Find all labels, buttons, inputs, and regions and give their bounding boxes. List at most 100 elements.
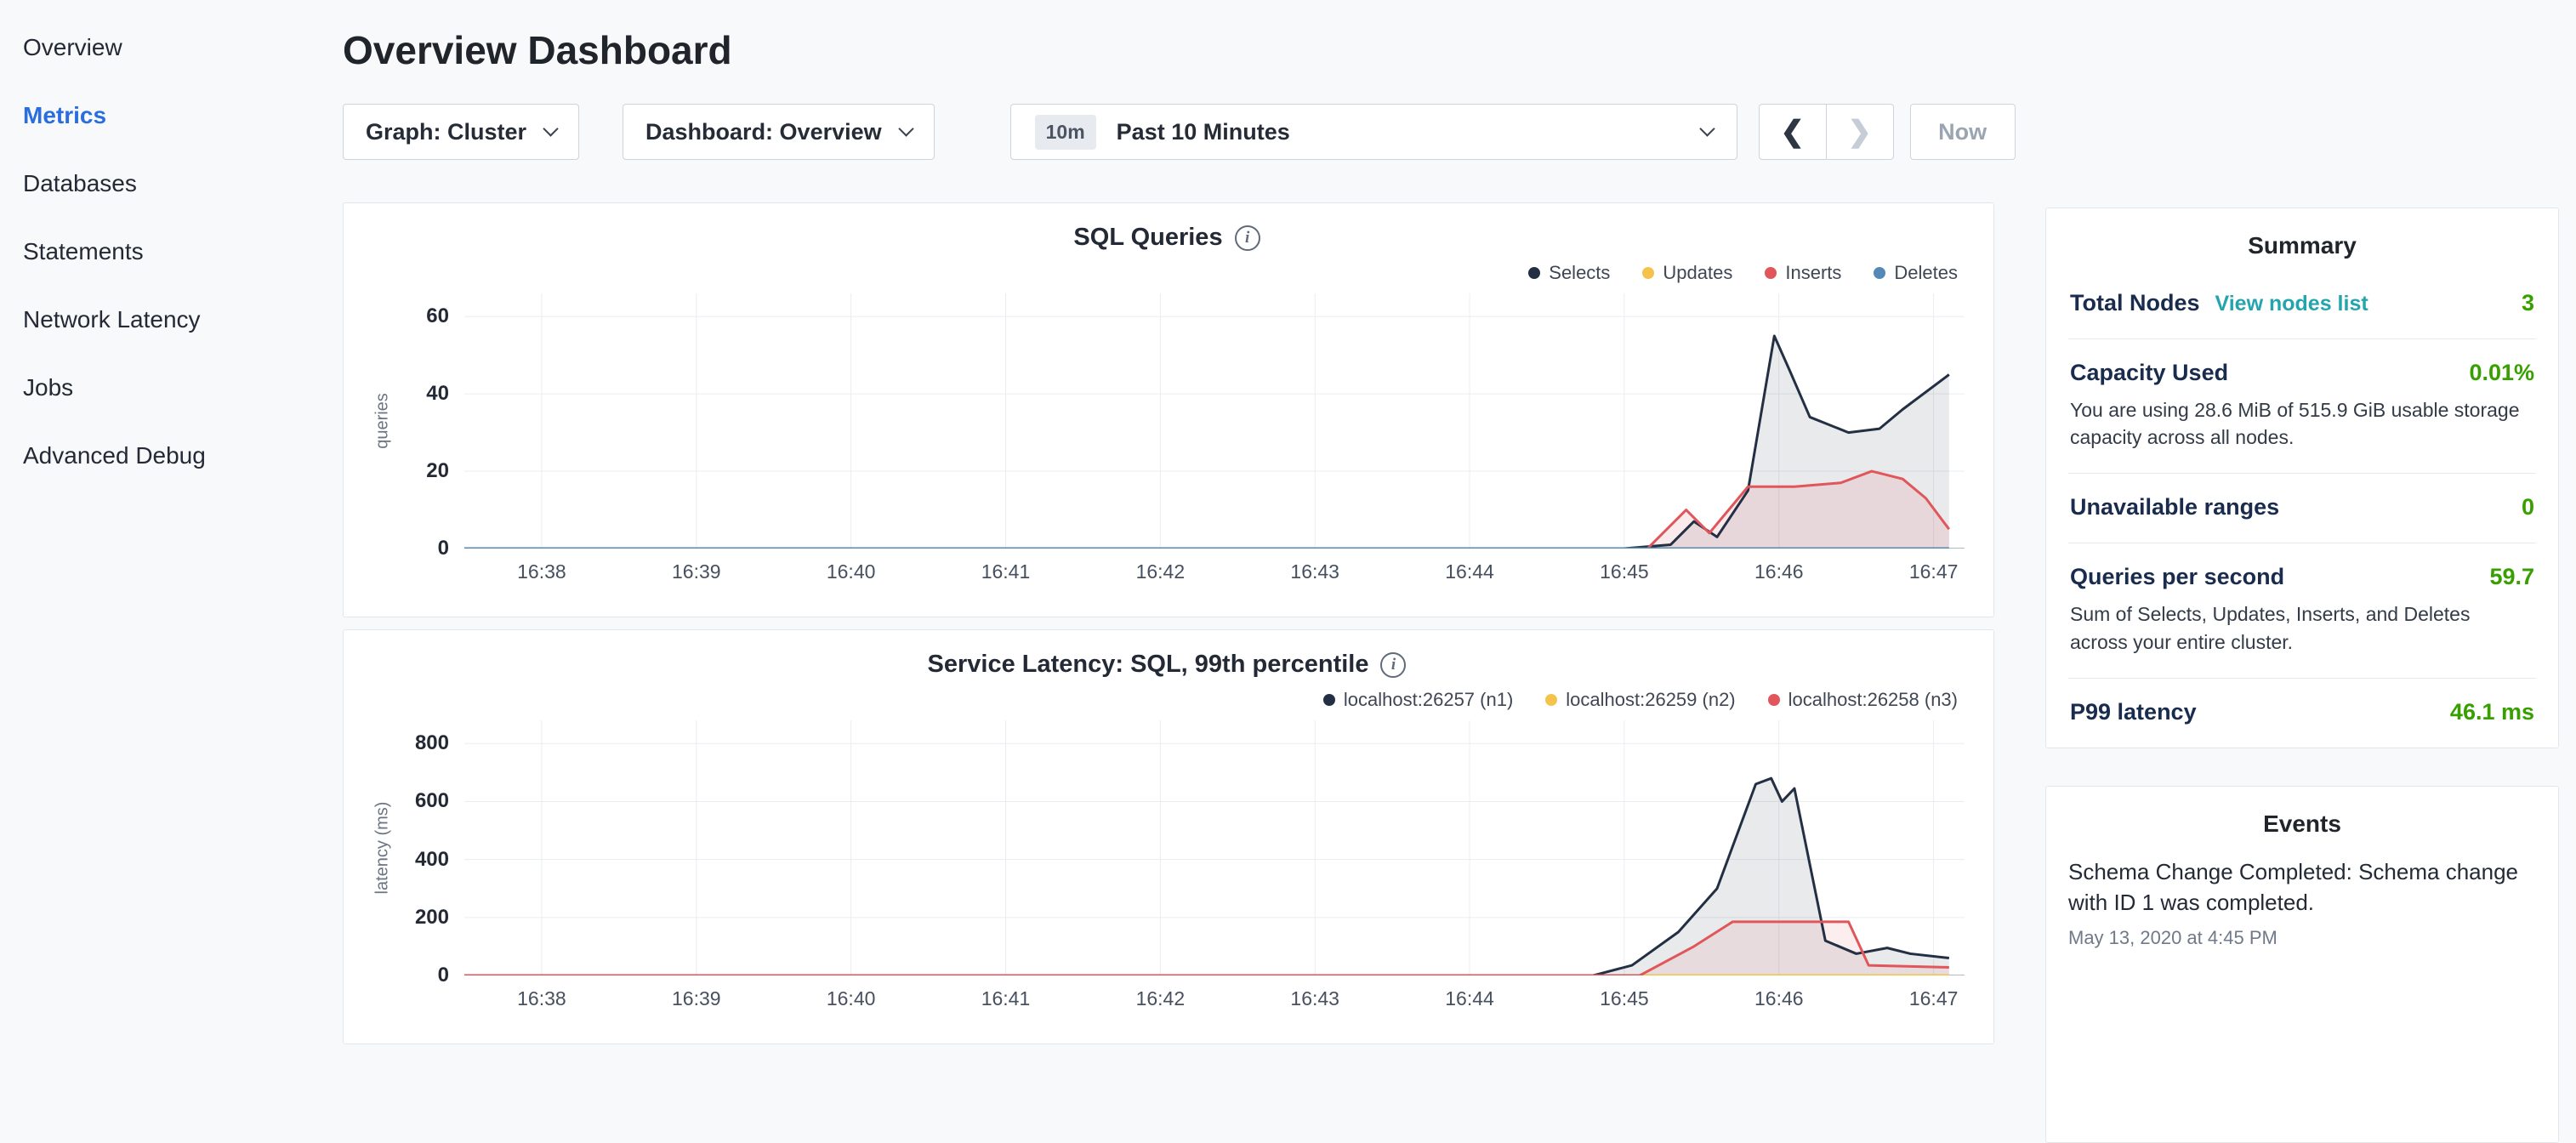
legend-dot-icon [1323,694,1335,706]
time-range-select[interactable]: 10m Past 10 Minutes [1010,104,1737,160]
legend-label: Inserts [1785,262,1841,284]
info-icon[interactable]: i [1235,225,1260,251]
sidebar-item-databases[interactable]: Databases [0,150,320,218]
x-tick-label: 16:38 [517,987,566,1010]
summary-row-label: Unavailable ranges [2070,494,2279,520]
chart-legend: localhost:26257 (n1) localhost:26259 (n2)… [369,688,1958,712]
summary-row-label: Capacity Used [2070,360,2228,386]
summary-row-note: Sum of Selects, Updates, Inserts, and De… [2070,600,2534,655]
legend-dot-icon [1528,267,1540,279]
x-tick-label: 16:43 [1290,560,1339,583]
chart-service-latency: Service Latency: SQL, 99th percentile i … [343,629,1994,1044]
now-button[interactable]: Now [1910,104,2016,160]
summary-row-value: 59.7 [2489,564,2534,590]
summary-rows: Total Nodes View nodes list 3 Capacity Used… [2068,270,2536,748]
time-prev-button[interactable]: ❮ [1759,104,1827,160]
summary-row-label: Total Nodes [2070,290,2200,316]
sidebar-item-network-latency[interactable]: Network Latency [0,286,320,354]
graph-dropdown[interactable]: Graph: Cluster [343,104,579,160]
legend-dot-icon [1545,694,1557,706]
sidebar-item-jobs[interactable]: Jobs [0,354,320,422]
sidebar-item-statements[interactable]: Statements [0,218,320,286]
summary-row-head: P99 latency 46.1 ms [2070,699,2534,725]
main-content: Overview Dashboard Graph: Cluster Dashbo… [320,0,2027,1051]
time-next-button[interactable]: ❯ [1826,104,1894,160]
chart-canvas [464,293,1965,549]
summary-row-value: 46.1 ms [2450,699,2534,725]
chart-header: SQL Queries i [369,224,1965,259]
summary-row-value: 0 [2522,494,2534,520]
chevron-down-icon [1699,121,1714,136]
x-tick-label: 16:46 [1754,560,1804,583]
y-tick-label: 0 [438,537,449,560]
x-tick-label: 16:41 [981,987,1031,1010]
x-tick-label: 16:42 [1136,987,1186,1010]
y-tick-label: 200 [415,906,449,930]
legend-item-localhost-26257-n1[interactable]: localhost:26257 (n1) [1323,688,1513,712]
legend-item-localhost-26258-n3[interactable]: localhost:26258 (n3) [1768,688,1958,712]
view-nodes-list-link[interactable]: View nodes list [2215,292,2368,316]
legend-item-selects[interactable]: Selects [1528,261,1610,285]
graph-dropdown-label: Graph: Cluster [366,119,526,145]
legend-dot-icon [1768,694,1780,706]
y-axis: latency (ms) 0200400600800 [369,720,464,975]
summary-row-unavailable-ranges: Unavailable ranges 0 [2068,474,2536,543]
summary-row-capacity-used: Capacity Used 0.01% You are using 28.6 MiB… [2068,339,2536,474]
chart-header: Service Latency: SQL, 99th percentile i [369,651,1965,686]
summary-row-total-nodes: Total Nodes View nodes list 3 [2068,270,2536,339]
x-tick-label: 16:40 [827,560,876,583]
sidebar-nav: OverviewMetricsDatabasesStatementsNetwor… [0,14,320,490]
legend-item-localhost-26259-n2[interactable]: localhost:26259 (n2) [1545,688,1735,712]
x-tick-label: 16:47 [1909,560,1959,583]
x-axis: 16:3816:3916:4016:4116:4216:4316:4416:45… [464,549,1965,589]
sidebar-item-metrics[interactable]: Metrics [0,82,320,150]
summary-panel: Summary Total NodesView nodes list3Capac… [2045,208,2559,748]
chart-title: Service Latency: SQL, 99th percentile [928,651,1369,679]
legend-dot-icon [1874,267,1885,279]
sidebar: OverviewMetricsDatabasesStatementsNetwor… [0,0,320,1051]
x-tick-label: 16:43 [1290,987,1339,1010]
events-panel: Events Schema Change Completed: Schema c… [2045,786,2559,1143]
summary-row-head: Unavailable ranges 0 [2070,494,2534,520]
dashboard-dropdown[interactable]: Dashboard: Overview [623,104,935,160]
chevron-down-icon [898,121,913,136]
plot-row: queries 0204060 [369,293,1965,549]
chart-plot-area[interactable] [464,720,1965,975]
summary-row-value: 0.01% [2469,360,2534,386]
time-range-badge: 10m [1035,115,1096,150]
sidebar-item-advanced-debug[interactable]: Advanced Debug [0,422,320,490]
y-tick-label: 800 [415,731,449,755]
event-item[interactable]: Schema Change Completed: Schema change w… [2068,848,2536,949]
y-tick-label: 20 [426,459,449,483]
plot-row: latency (ms) 0200400600800 [369,720,1965,975]
page-title: Overview Dashboard [343,27,2027,73]
x-tick-label: 16:44 [1445,560,1494,583]
x-tick-label: 16:45 [1600,987,1649,1010]
x-tick-label: 16:39 [672,987,721,1010]
chart-legend: Selects Updates Inserts Deletes [369,261,1958,285]
x-tick-label: 16:45 [1600,560,1649,583]
time-pager: ❮ ❯ [1759,104,1894,160]
legend-item-updates[interactable]: Updates [1642,261,1732,285]
legend-dot-icon [1642,267,1654,279]
legend-item-deletes[interactable]: Deletes [1874,261,1958,285]
chart-sql-queries: SQL Queries i Selects Updates Inserts Delet… [343,202,1994,617]
y-axis-label: latency (ms) [373,802,393,895]
legend-item-inserts[interactable]: Inserts [1765,261,1841,285]
summary-row-note: You are using 28.6 MiB of 515.9 GiB usab… [2070,396,2534,451]
x-tick-label: 16:46 [1754,987,1804,1010]
summary-row-head: Capacity Used 0.01% [2070,360,2534,386]
summary-row-value: 3 [2522,290,2534,316]
chart-plot-area[interactable] [464,293,1965,549]
sidebar-item-overview[interactable]: Overview [0,14,320,82]
chart-title: SQL Queries [1073,224,1222,252]
charts-column: SQL Queries i Selects Updates Inserts Delet… [343,202,1994,1044]
legend-label: localhost:26259 (n2) [1566,689,1735,711]
chart-canvas [464,720,1965,975]
summary-row-label: P99 latency [2070,699,2197,725]
event-text: Schema Change Completed: Schema change w… [2068,856,2536,918]
y-tick-label: 60 [426,304,449,328]
info-icon[interactable]: i [1380,652,1406,678]
legend-label: localhost:26258 (n3) [1788,689,1958,711]
chevron-down-icon [543,121,558,136]
